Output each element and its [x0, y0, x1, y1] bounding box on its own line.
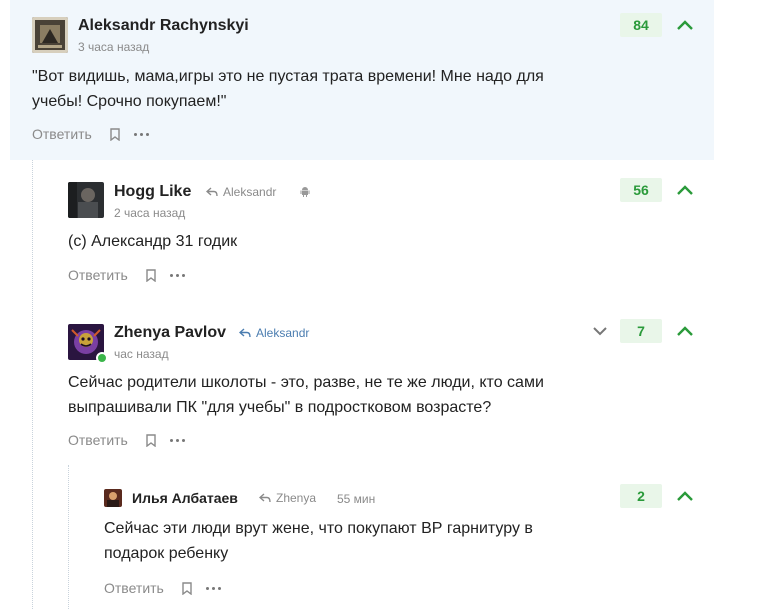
comment-text: Сейчас родители школоты - это, разве, не…	[68, 374, 544, 416]
author-name[interactable]: Zhenya Pavlov	[114, 324, 226, 342]
reply-arrow-icon	[259, 493, 271, 503]
avatar[interactable]	[68, 182, 104, 218]
reply-to[interactable]: Aleksandr	[239, 326, 309, 340]
comment-actions: Ответить	[32, 126, 149, 142]
reply-button[interactable]: Ответить	[32, 126, 92, 142]
author-name[interactable]: Hogg Like	[114, 183, 191, 201]
author-name[interactable]: Илья Албатаев	[132, 490, 238, 506]
reply-arrow-icon	[239, 328, 251, 338]
comment-time[interactable]: 3 часа назад	[78, 40, 149, 54]
bookmark-icon[interactable]	[146, 433, 156, 447]
comment-text: "Вот видишь, мама,игры это не пустая тра…	[32, 68, 544, 110]
reply-button[interactable]: Ответить	[104, 580, 164, 596]
bookmark-icon[interactable]	[182, 581, 192, 595]
upvote-icon[interactable]	[676, 184, 694, 196]
more-icon[interactable]	[133, 132, 149, 136]
bookmark-icon[interactable]	[146, 268, 156, 282]
reply-to-name[interactable]: Zhenya	[276, 491, 316, 505]
author-name[interactable]: Aleksandr Rachynskyi	[78, 17, 249, 35]
upvote-icon[interactable]	[676, 490, 694, 502]
reply-button[interactable]: Ответить	[68, 432, 128, 448]
comment-actions: Ответить	[104, 580, 221, 596]
reply-to[interactable]: Zhenya	[259, 491, 316, 505]
comment-actions: Ответить	[68, 267, 185, 283]
comment-time[interactable]: 2 часа назад	[114, 206, 185, 220]
comment-text: Сейчас эти люди врут жене, что покупают …	[104, 520, 533, 562]
reply-to-name[interactable]: Aleksandr	[223, 185, 276, 199]
android-icon	[300, 187, 310, 197]
comment-time[interactable]: 55 мин	[337, 492, 375, 506]
avatar[interactable]	[32, 17, 68, 53]
avatar[interactable]	[104, 489, 122, 507]
comment-actions: Ответить	[68, 432, 185, 448]
upvote-icon[interactable]	[676, 19, 694, 31]
score-badge: 2	[620, 484, 662, 508]
score-badge: 84	[620, 13, 662, 37]
reply-to-name[interactable]: Aleksandr	[256, 326, 309, 340]
downvote-icon[interactable]	[592, 326, 608, 336]
reply-to[interactable]: Aleksandr	[206, 185, 276, 199]
reply-button[interactable]: Ответить	[68, 267, 128, 283]
thread-line	[32, 160, 33, 609]
bookmark-icon[interactable]	[110, 127, 120, 141]
thread-line-nested	[68, 465, 69, 609]
score-badge: 56	[620, 178, 662, 202]
online-indicator	[96, 352, 108, 364]
more-icon[interactable]	[169, 273, 185, 277]
more-icon[interactable]	[169, 438, 185, 442]
reply-arrow-icon	[206, 187, 218, 197]
score-badge: 7	[620, 319, 662, 343]
more-icon[interactable]	[205, 586, 221, 590]
comment-time[interactable]: час назад	[114, 347, 169, 361]
comment-text: (c) Александр 31 годик	[68, 233, 238, 250]
upvote-icon[interactable]	[676, 325, 694, 337]
